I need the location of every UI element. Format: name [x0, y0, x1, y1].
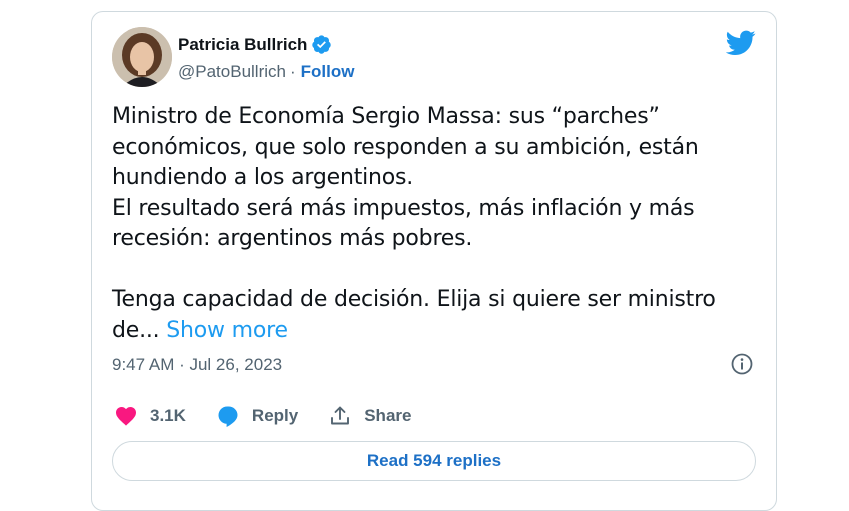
tweet-card: Patricia Bullrich @PatoBullrich · Follow… [91, 11, 777, 511]
tweet-line: Ministro de Economía Sergio Massa: sus “… [112, 104, 660, 129]
author-name-row: Patricia Bullrich [178, 34, 332, 55]
heart-icon[interactable] [114, 404, 138, 428]
share-label: Share [364, 406, 412, 425]
share-icon[interactable] [328, 404, 352, 428]
tweet-timestamp[interactable]: 9:47 AM · Jul 26, 2023 [112, 355, 282, 375]
avatar[interactable] [112, 27, 172, 87]
reply-bubble-icon[interactable] [216, 404, 240, 428]
tweet-line: Tenga capacidad de decisión. Elija si qu… [112, 287, 716, 312]
share-action[interactable]: Share [328, 404, 411, 428]
separator-dot: · [289, 62, 296, 81]
reply-action[interactable]: Reply [216, 404, 298, 428]
tweet-line: económicos, que solo responden a su ambi… [112, 134, 699, 160]
tweet-line: El resultado será más impuestos, más inf… [112, 195, 695, 221]
tweet-actions: 3.1K Reply Share [114, 404, 441, 428]
author-name[interactable]: Patricia Bullrich [178, 35, 307, 55]
author-handle[interactable]: @PatoBullrich [178, 62, 286, 82]
tweet-line-truncated: de... [112, 317, 160, 343]
info-icon[interactable] [730, 352, 754, 376]
follow-button[interactable]: Follow [301, 62, 355, 82]
tweet-last-line: de... Show more [112, 316, 752, 347]
verified-badge-icon [312, 35, 332, 54]
show-more-link[interactable]: Show more [166, 318, 288, 343]
tweet-blank-line [112, 255, 752, 286]
tweet-line: recesión: argentinos más pobres. [112, 226, 473, 251]
read-replies-button[interactable]: Read 594 replies [112, 441, 756, 481]
tweet-line: hundiendo a los argentinos. [112, 165, 414, 190]
author-handle-row: @PatoBullrich · Follow [178, 62, 354, 82]
like-action[interactable]: 3.1K [114, 404, 186, 428]
twitter-bird-icon[interactable] [726, 30, 756, 56]
like-count: 3.1K [150, 406, 186, 425]
tweet-body: Ministro de Economía Sergio Massa: sus “… [112, 102, 752, 346]
reply-label: Reply [251, 406, 299, 425]
